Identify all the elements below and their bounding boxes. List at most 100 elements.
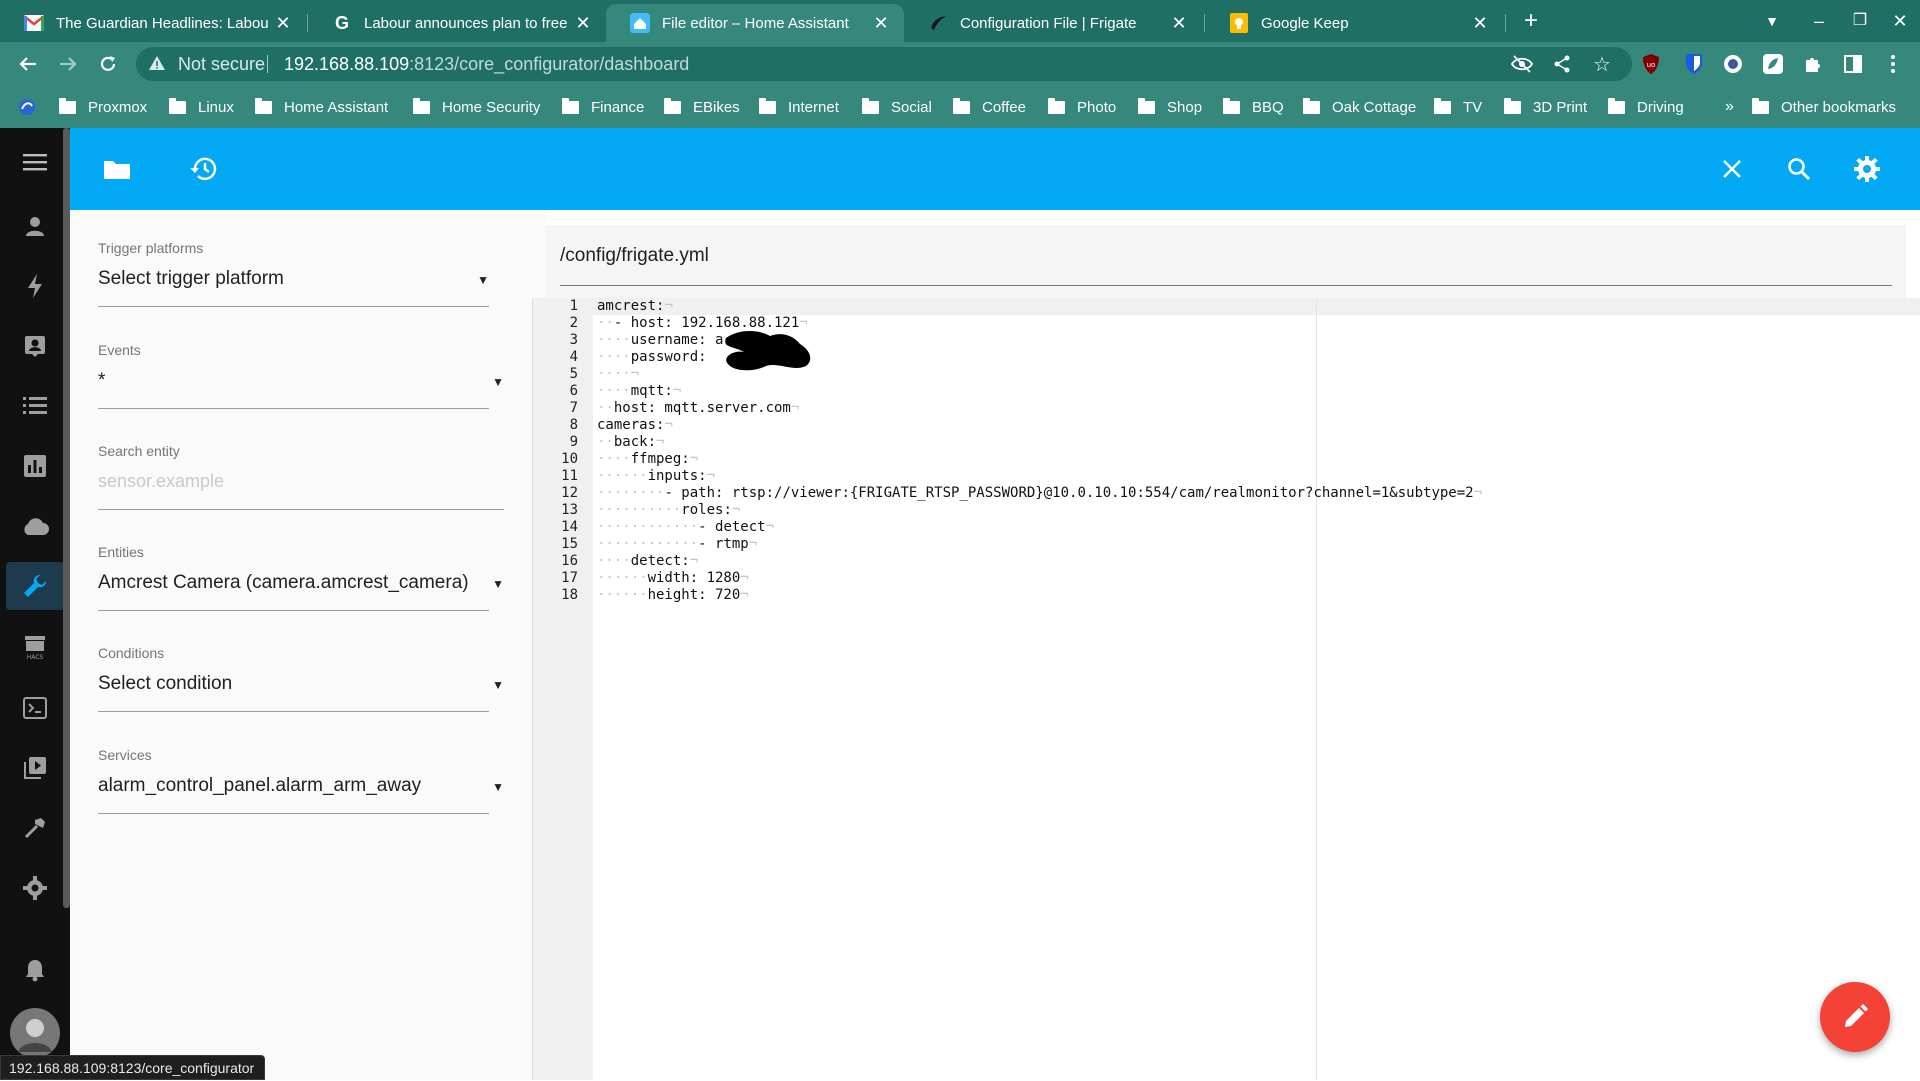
code-line[interactable]: ······height: 720¬ [597,587,749,603]
bookmark-proxmox[interactable]: Proxmox [59,96,147,118]
close-icon[interactable] [1715,152,1749,186]
chart-box-icon[interactable] [19,450,51,482]
forward-button[interactable] [52,48,84,80]
code-line[interactable]: ····¬ [597,366,639,382]
new-tab-button[interactable]: + [1516,8,1546,34]
code-line[interactable]: ····detect:¬ [597,553,698,569]
bookmark-driving[interactable]: Driving [1608,96,1684,118]
lightning-icon[interactable] [19,270,51,302]
warning-triangle-icon[interactable] [148,54,166,77]
play-box-multiple-icon[interactable] [19,752,51,784]
puzzle-extensions-icon[interactable] [1800,51,1826,77]
bookmark-internet[interactable]: Internet [759,96,839,118]
side-panel-icon[interactable] [1840,51,1866,77]
terminal-icon[interactable] [19,692,51,724]
browser-tab-1[interactable]: The Guardian Headlines: Labour ✕ [0,4,306,42]
bookmark-coffee[interactable]: Coffee [953,96,1026,118]
account-box-icon[interactable] [19,330,51,362]
dropdown-arrow-icon[interactable]: ▼ [477,273,489,287]
dropdown-arrow-icon[interactable]: ▼ [492,375,504,389]
bookmark-bbq[interactable]: BBQ [1223,96,1284,118]
back-button[interactable] [12,48,44,80]
eye-off-icon[interactable] [1509,51,1535,77]
code-line[interactable]: ····username: a [597,332,723,348]
code-line[interactable]: ··········roles:¬ [597,502,740,518]
bookmark-social[interactable]: Social [862,96,932,118]
code-line[interactable]: ············- rtmp¬ [597,536,757,552]
search-placeholder[interactable]: sensor.example [98,471,224,492]
sidebar-scrollbar[interactable] [63,128,70,908]
bookmark-ebikes[interactable]: EBikes [664,96,740,118]
url-text[interactable]: 192.168.88.109:8123/core_configurator/da… [284,54,689,75]
menu-icon[interactable] [19,146,51,178]
bookmark-oak-cottage[interactable]: Oak Cottage [1303,96,1416,118]
list-icon[interactable] [19,390,51,422]
security-label[interactable]: Not secure [178,54,265,75]
close-icon[interactable]: ✕ [1170,13,1188,34]
star-icon[interactable]: ☆ [1589,51,1615,77]
code-line[interactable]: cameras:¬ [597,417,673,433]
close-icon[interactable]: ✕ [872,13,890,34]
reload-button[interactable] [92,48,124,80]
code-line[interactable]: ········- path: rtsp://viewer:{FRIGATE_R… [597,485,1482,501]
bookmark-finance[interactable]: Finance [562,96,644,118]
bell-icon[interactable] [19,954,51,986]
file-path-text[interactable]: /config/frigate.yml [560,245,709,267]
field-value[interactable]: Select condition [98,673,232,695]
field-value[interactable]: Amcrest Camera (camera.amcrest_camera) [98,572,469,594]
hammer-icon[interactable] [19,812,51,844]
search-icon[interactable] [1782,152,1816,186]
settings-gear-icon[interactable] [1850,152,1884,186]
code-line[interactable]: ············- detect¬ [597,519,774,535]
settings-gear-icon[interactable] [19,872,51,904]
code-line[interactable]: ····ffmpeg:¬ [597,451,698,467]
cloud-icon[interactable] [19,510,51,542]
field-value[interactable]: Select trigger platform [98,268,284,290]
code-line[interactable]: ····mqtt:¬ [597,383,681,399]
share-icon[interactable] [1549,51,1575,77]
wrench-icon[interactable] [19,570,51,602]
field-value[interactable]: * [98,370,105,392]
tab-search-chevron-icon[interactable]: ▼ [1757,8,1787,34]
restore-button[interactable]: ❐ [1845,8,1875,34]
bookmark-photo[interactable]: Photo [1048,96,1116,118]
user-avatar[interactable] [10,1008,60,1058]
code-line[interactable]: amcrest:¬ [597,298,673,314]
minimize-button[interactable]: – [1804,8,1834,34]
code-line[interactable]: ······inputs:¬ [597,468,715,484]
browser-tab-5[interactable]: Google Keep ✕ [1205,4,1503,42]
dropdown-arrow-icon[interactable]: ▼ [492,780,504,794]
code-line[interactable]: ··host: mqtt.server.com¬ [597,400,799,416]
browser-tab-2[interactable]: G Labour announces plan to freeze ✕ [308,4,606,42]
bookmark-home-security[interactable]: Home Security [413,96,540,118]
bookmark-home-assistant[interactable]: Home Assistant [255,96,388,118]
code-line[interactable]: ····password: [597,349,715,365]
bookmark-linux[interactable]: Linux [169,96,234,118]
bitwarden-icon[interactable] [1681,51,1707,77]
close-icon[interactable]: ✕ [574,13,592,34]
edit-fab-button[interactable] [1820,982,1890,1052]
bookmark-shop[interactable]: Shop [1138,96,1202,118]
bookmark-tv[interactable]: TV [1434,96,1482,118]
close-icon[interactable]: ✕ [274,13,292,34]
apps-icon[interactable] [18,96,36,118]
extension-leaf-icon[interactable] [1760,51,1786,77]
close-icon[interactable]: ✕ [1471,13,1489,34]
history-icon[interactable] [186,152,220,186]
dropdown-arrow-icon[interactable]: ▼ [492,678,504,692]
window-close-button[interactable]: ✕ [1885,8,1915,34]
kebab-menu-icon[interactable] [1880,51,1906,77]
bookmark-3d-print[interactable]: 3D Print [1504,96,1587,118]
code-line[interactable]: ··back:¬ [597,434,664,450]
extension-globe-icon[interactable] [1720,51,1746,77]
browser-tab-3[interactable]: File editor – Home Assistant ✕ [606,4,904,42]
folder-browse-icon[interactable] [100,152,134,186]
ublock-icon[interactable]: uo [1638,51,1664,77]
code-line[interactable]: ······width: 1280¬ [597,570,749,586]
address-bar[interactable]: Not secure 192.168.88.109:8123/core_conf… [136,47,1632,81]
browser-tab-4[interactable]: Configuration File | Frigate ✕ [904,4,1202,42]
dropdown-arrow-icon[interactable]: ▼ [492,577,504,591]
bookmark-other[interactable]: Other bookmarks [1752,96,1896,118]
field-value[interactable]: alarm_control_panel.alarm_arm_away [98,775,421,797]
hacs-icon[interactable]: HACS [19,631,51,663]
